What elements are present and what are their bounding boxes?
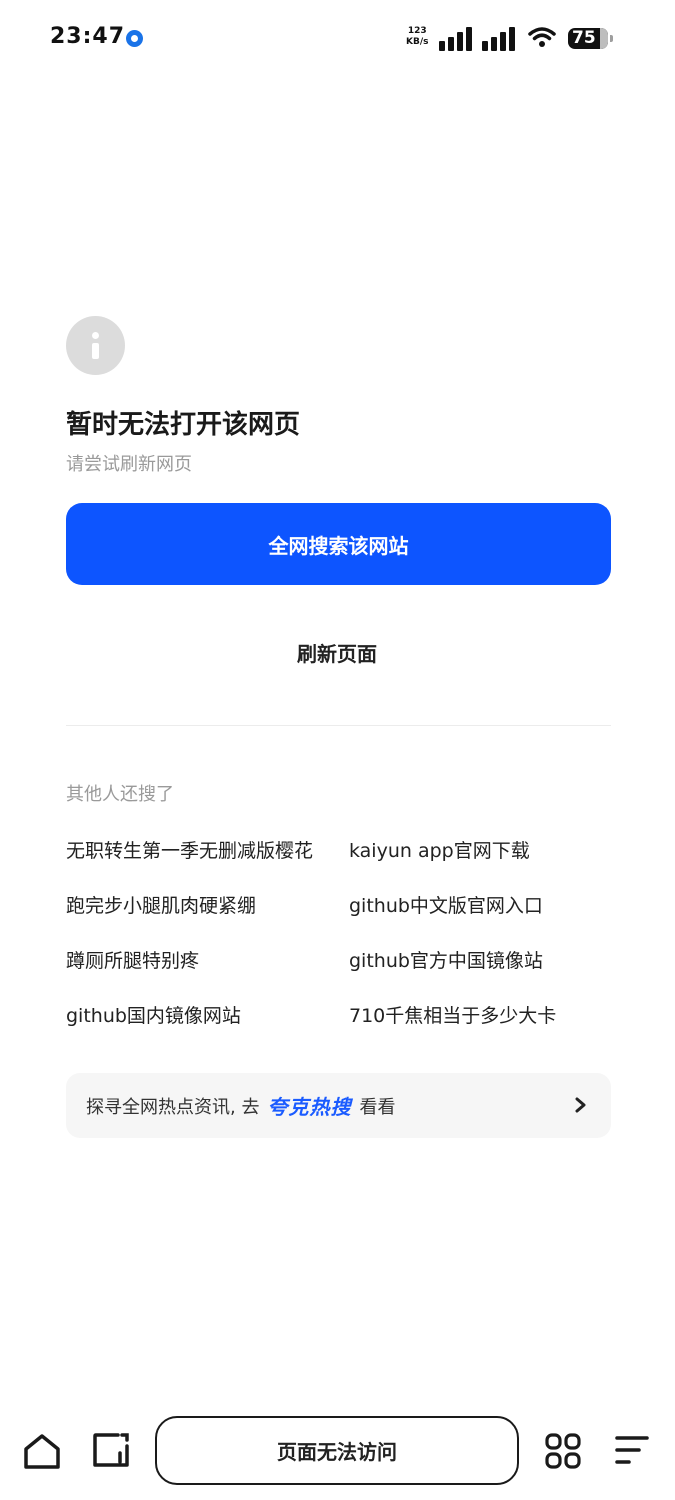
network-speed-value: 123: [407, 26, 427, 36]
suggestion-item[interactable]: kaiyun app官网下载: [349, 836, 530, 863]
divider: [66, 725, 611, 726]
battery-icon: 75: [568, 28, 613, 49]
menu-icon[interactable]: [614, 1434, 650, 1466]
signal-sim1-icon: [439, 27, 472, 51]
battery-tail: [600, 28, 608, 49]
home-icon[interactable]: [22, 1432, 62, 1470]
network-speed-unit: KB/s: [406, 37, 429, 47]
address-bar[interactable]: 页面无法访问: [155, 1416, 519, 1485]
signal-sim2-icon: [482, 27, 515, 51]
hot-banner-suffix: 看看: [359, 1096, 396, 1118]
suggestion-item[interactable]: github中文版官网入口: [349, 891, 543, 918]
notification-app-icon: [126, 30, 143, 47]
status-bar: 23:47 123 KB/s 75: [0, 0, 675, 78]
hot-search-banner[interactable]: 探寻全网热点资讯, 去 夸克热搜 看看: [66, 1073, 611, 1138]
suggestion-item[interactable]: github官方中国镜像站: [349, 946, 543, 973]
status-time: 23:47: [50, 24, 126, 49]
suggestion-item[interactable]: 蹲厕所腿特别疼: [66, 946, 199, 973]
search-site-button[interactable]: 全网搜索该网站: [66, 503, 611, 585]
error-title: 暂时无法打开该网页: [66, 410, 301, 440]
wifi-icon: [528, 27, 556, 47]
suggestions-label: 其他人还搜了: [66, 784, 174, 805]
error-subtitle: 请尝试刷新网页: [66, 454, 192, 475]
refresh-page-button[interactable]: 刷新页面: [237, 630, 437, 674]
suggestion-item[interactable]: github国内镜像网站: [66, 1001, 241, 1028]
hot-banner-prefix: 探寻全网热点资讯, 去: [86, 1096, 260, 1118]
chevron-right-icon: [575, 1097, 586, 1113]
battery-level: 75: [572, 28, 596, 48]
bottom-toolbar: 页面无法访问: [0, 1400, 675, 1500]
hot-search-brand: 夸克热搜: [267, 1095, 352, 1119]
tabs-icon[interactable]: [92, 1432, 130, 1468]
suggestion-item[interactable]: 无职转生第一季无删减版樱花: [66, 836, 313, 863]
suggestion-item[interactable]: 跑完步小腿肌肉硬紧绷: [66, 891, 256, 918]
suggestion-item[interactable]: 710千焦相当于多少大卡: [349, 1001, 556, 1028]
network-speed: 123 KB/s: [406, 26, 428, 48]
apps-grid-icon[interactable]: [544, 1432, 582, 1470]
info-icon: [66, 316, 125, 375]
